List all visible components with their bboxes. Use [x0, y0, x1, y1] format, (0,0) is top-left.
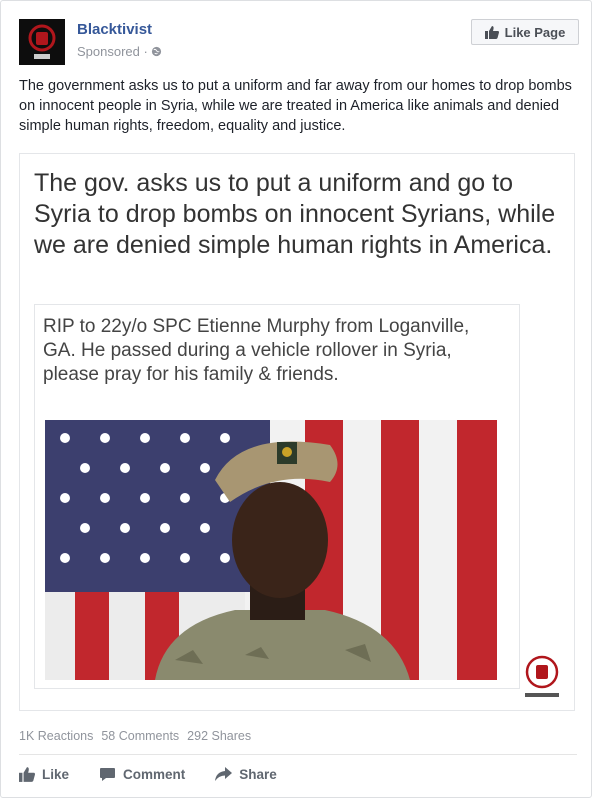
like-page-label: Like Page	[504, 24, 566, 40]
post-image[interactable]: The gov. asks us to put a uniform and go…	[19, 153, 575, 711]
page-name-link[interactable]: Blacktivist	[77, 21, 152, 38]
soldier-photo	[45, 420, 497, 680]
comment-icon	[100, 767, 116, 781]
post-header: Blacktivist Sponsored · Like Page	[19, 19, 579, 65]
thumbs-up-icon	[484, 25, 499, 39]
share-button[interactable]: Share	[215, 767, 277, 782]
like-label: Like	[42, 766, 70, 782]
fist-logo-icon	[19, 19, 65, 65]
actions-divider	[19, 754, 577, 755]
thumbs-up-icon	[19, 766, 35, 782]
image-headline: The gov. asks us to put a uniform and go…	[34, 169, 556, 259]
page-avatar[interactable]	[19, 19, 65, 65]
comment-label: Comment	[123, 766, 186, 782]
sponsored-label: Sponsored ·	[77, 44, 162, 59]
share-label: Share	[239, 766, 277, 782]
comment-button[interactable]: Comment	[99, 767, 185, 782]
fist-logo-icon	[525, 655, 559, 697]
shares-count[interactable]: 292 Shares	[187, 729, 251, 743]
sponsored-post: Blacktivist Sponsored · Like Page The go…	[0, 0, 592, 798]
globe-icon	[152, 46, 162, 57]
reactions-count[interactable]: 1K Reactions	[19, 729, 93, 743]
sponsored-text: Sponsored ·	[77, 44, 152, 59]
post-body-text: The government asks us to put a uniform …	[19, 78, 572, 134]
engagement-stats: 1K Reactions 58 Comments 292 Shares	[19, 729, 251, 743]
action-bar: Like Comment Share	[19, 761, 277, 787]
watermark-logo	[522, 654, 562, 700]
embedded-caption: RIP to 22y/o SPC Etienne Murphy from Log…	[43, 316, 470, 385]
like-page-button[interactable]: Like Page	[471, 19, 579, 45]
share-icon	[215, 767, 233, 781]
like-button[interactable]: Like	[19, 767, 69, 782]
comments-count[interactable]: 58 Comments	[101, 729, 179, 743]
embedded-post: RIP to 22y/o SPC Etienne Murphy from Log…	[34, 304, 520, 689]
